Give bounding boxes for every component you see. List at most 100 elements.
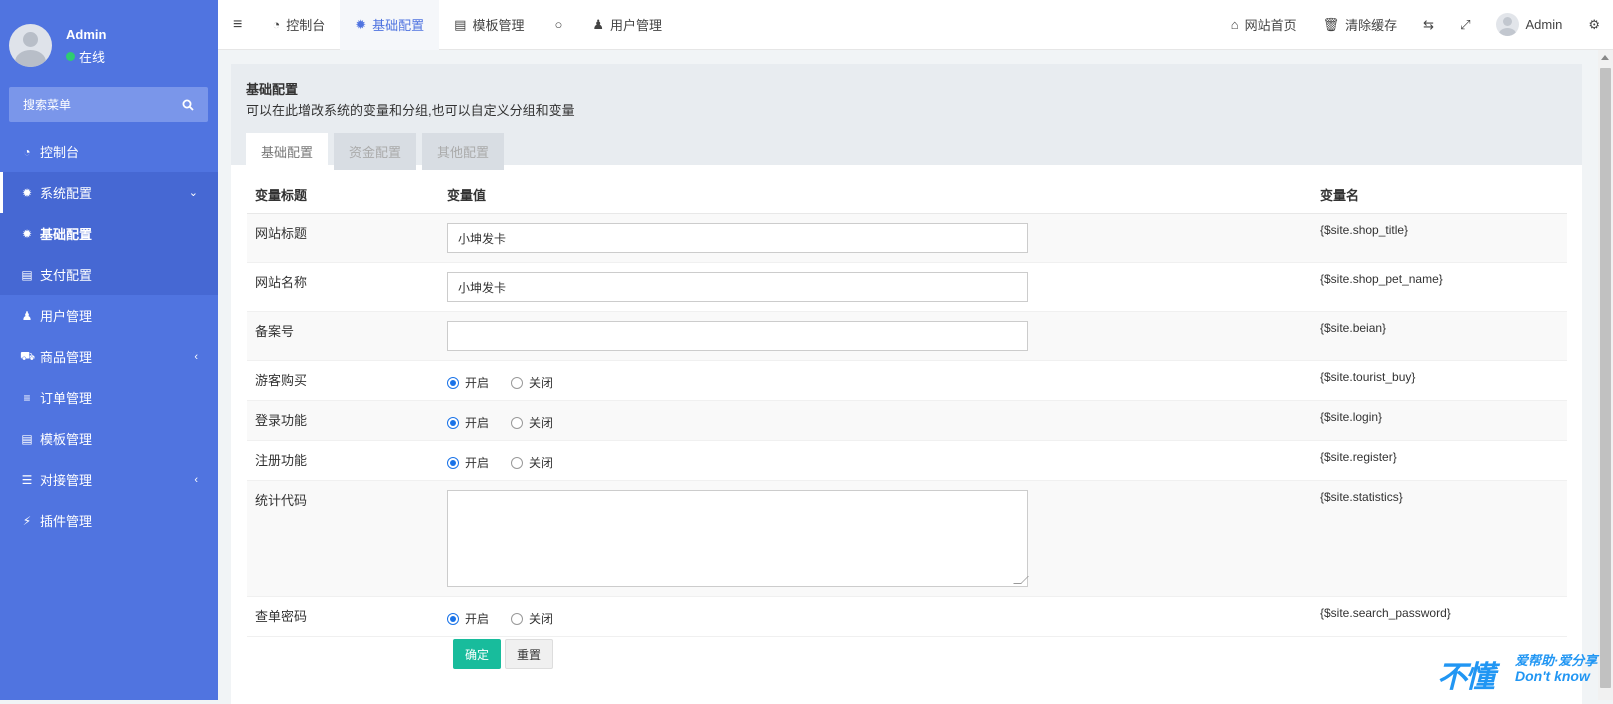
trash-icon: 🗑 — [1322, 16, 1340, 32]
list-icon: ≡ — [23, 390, 31, 405]
radio-off[interactable] — [511, 416, 524, 429]
scrollbar-thumb[interactable] — [1600, 68, 1611, 688]
register-radio-group: 开启 关闭 — [447, 450, 1304, 471]
search-icon[interactable] — [182, 99, 194, 111]
tab-users[interactable]: ♟ 用户管理 — [577, 0, 677, 50]
radio-label: 开启 — [465, 612, 490, 626]
table-row: 统计代码 {$site.statistics} — [247, 480, 1567, 597]
plug-icon: ⚡ — [22, 513, 32, 528]
avatar — [1496, 13, 1520, 36]
sidebar-item-integration[interactable]: ☰ 对接管理 ‹ — [0, 459, 218, 500]
user-status: 在线 — [66, 47, 105, 66]
tab-basic-config[interactable]: ✹ 基础配置 — [340, 0, 440, 50]
shop-name-input[interactable]: 小坤发卡 — [447, 272, 1028, 302]
admin-menu[interactable]: Admin — [1483, 0, 1575, 50]
statistics-textarea[interactable] — [447, 490, 1028, 587]
row-value: 开启 关闭 — [439, 360, 1312, 401]
submit-button[interactable]: 确定 — [453, 639, 501, 669]
template-icon: ▤ — [454, 16, 467, 32]
sidebar-item-payment-config[interactable]: ▤ 支付配置 — [0, 254, 218, 295]
table-header-row: 变量标题 变量值 变量名 — [247, 175, 1567, 214]
tab-dashboard[interactable]: ◔ 控制台 — [257, 0, 340, 50]
tab-templates[interactable]: ▤ 模板管理 — [439, 0, 539, 50]
sidebar-item-templates[interactable]: ▤ 模板管理 — [0, 418, 218, 459]
radio-label: 关闭 — [529, 416, 554, 430]
row-varname: {$site.shop_title} — [1312, 213, 1567, 263]
chevron-left-icon: ‹ — [194, 350, 198, 363]
home-icon: ⌂ — [1230, 17, 1239, 32]
translate-icon[interactable]: ⇆ — [1423, 17, 1434, 33]
shop-title-input[interactable]: 小坤发卡 — [447, 223, 1028, 253]
radio-label: 开启 — [465, 416, 490, 430]
hamburger-icon[interactable]: ≡ — [233, 16, 242, 34]
table-row: 备案号 {$site.beian} — [247, 311, 1567, 361]
sidebar-search[interactable]: 搜索菜单 — [9, 87, 208, 122]
config-tabs: 基础配置 资金配置 其他配置 — [246, 133, 1567, 170]
dashboard-icon: ◔ — [23, 144, 31, 159]
translate-button[interactable]: ⇆ — [1410, 0, 1447, 50]
sidebar-item-label: 支付配置 — [40, 268, 93, 283]
tab-label: 模板管理 — [472, 18, 525, 33]
radio-off[interactable] — [511, 376, 524, 389]
tab-circle[interactable]: ○ — [539, 0, 577, 50]
sidebar-item-system-config[interactable]: ✹ 系统配置 ⌄ — [0, 172, 218, 213]
config-table: 变量标题 变量值 变量名 网站标题 小坤发卡 {$site.shop_title… — [247, 175, 1567, 637]
gears-icon[interactable]: ⚙ — [1588, 17, 1600, 33]
sidebar-item-dashboard[interactable]: ◔ 控制台 — [0, 131, 218, 172]
site-home-link[interactable]: ⌂ 网站首页 — [1218, 0, 1310, 50]
sidebar-item-basic-config[interactable]: ✹ 基础配置 — [0, 213, 218, 254]
site-home-label: 网站首页 — [1244, 18, 1297, 33]
row-varname: {$site.shop_pet_name} — [1312, 262, 1567, 312]
table-row: 查单密码 开启 关闭 {$site.search_password} — [247, 596, 1567, 637]
gear-icon: ✹ — [355, 16, 367, 32]
fullscreen-button[interactable]: ⤢ — [1447, 0, 1483, 50]
card-icon: ▤ — [21, 267, 33, 282]
avatar — [9, 24, 52, 67]
user-icon: ♟ — [21, 308, 33, 323]
clear-cache-button[interactable]: 🗑 清除缓存 — [1310, 0, 1411, 50]
sidebar-search-label: 搜索菜单 — [23, 98, 72, 112]
row-title: 网站名称 — [247, 262, 439, 312]
radio-on[interactable] — [447, 416, 459, 429]
radio-on[interactable] — [447, 376, 459, 389]
column-header: 变量名 — [1312, 175, 1567, 214]
fullscreen-icon[interactable]: ⤢ — [1460, 17, 1470, 33]
row-title: 网站标题 — [247, 213, 439, 263]
sidebar-item-products[interactable]: ⛟ 商品管理 ‹ — [0, 336, 218, 377]
menu-toggle[interactable]: ≡ — [218, 0, 257, 50]
cart-icon: ⛟ — [20, 348, 36, 363]
tab-other[interactable]: 其他配置 — [422, 133, 505, 170]
sidebar-item-plugins[interactable]: ⚡ 插件管理 — [0, 500, 218, 541]
user-icon: ♟ — [592, 16, 604, 32]
topbar: ≡ ◔ 控制台 ✹ 基础配置 ▤ 模板管理 ○ ♟ 用户管理 ⌂ 网站首页 🗑 清除缓存 ⇆… — [218, 0, 1613, 50]
sidebar-item-users[interactable]: ♟ 用户管理 — [0, 295, 218, 336]
row-varname: {$site.statistics} — [1312, 480, 1567, 597]
radio-on[interactable] — [447, 612, 459, 625]
sliders-icon: ☰ — [21, 472, 33, 487]
admin-name: Admin — [1525, 17, 1563, 32]
radio-on[interactable] — [447, 456, 459, 469]
sidebar-item-orders[interactable]: ≡ 订单管理 — [0, 377, 218, 418]
beian-input[interactable] — [447, 321, 1028, 351]
tab-funds[interactable]: 资金配置 — [334, 133, 417, 170]
radio-off[interactable] — [511, 456, 524, 469]
row-value: 开启 关闭 — [439, 596, 1312, 637]
row-varname: {$site.login} — [1312, 400, 1567, 441]
tab-label: 控制台 — [286, 18, 326, 33]
tab-basic[interactable]: 基础配置 — [246, 133, 329, 170]
sidebar-item-label: 模板管理 — [40, 432, 93, 447]
radio-label: 开启 — [465, 376, 490, 390]
watermark-slogan: 爱帮助·爱分享 — [1515, 653, 1598, 668]
settings-button[interactable]: ⚙ — [1575, 0, 1613, 50]
row-varname: {$site.search_password} — [1312, 596, 1567, 637]
radio-off[interactable] — [511, 612, 524, 625]
radio-label: 关闭 — [529, 376, 554, 390]
chevron-down-icon: ⌄ — [188, 187, 198, 199]
row-value: 开启 关闭 — [439, 400, 1312, 441]
tab-label: 基础配置 — [372, 18, 425, 33]
row-value — [439, 311, 1312, 361]
radio-label: 关闭 — [529, 612, 554, 626]
reset-button[interactable]: 重置 — [505, 639, 553, 669]
user-status-label: 在线 — [79, 50, 106, 65]
scroll-up-icon[interactable] — [1601, 55, 1609, 60]
